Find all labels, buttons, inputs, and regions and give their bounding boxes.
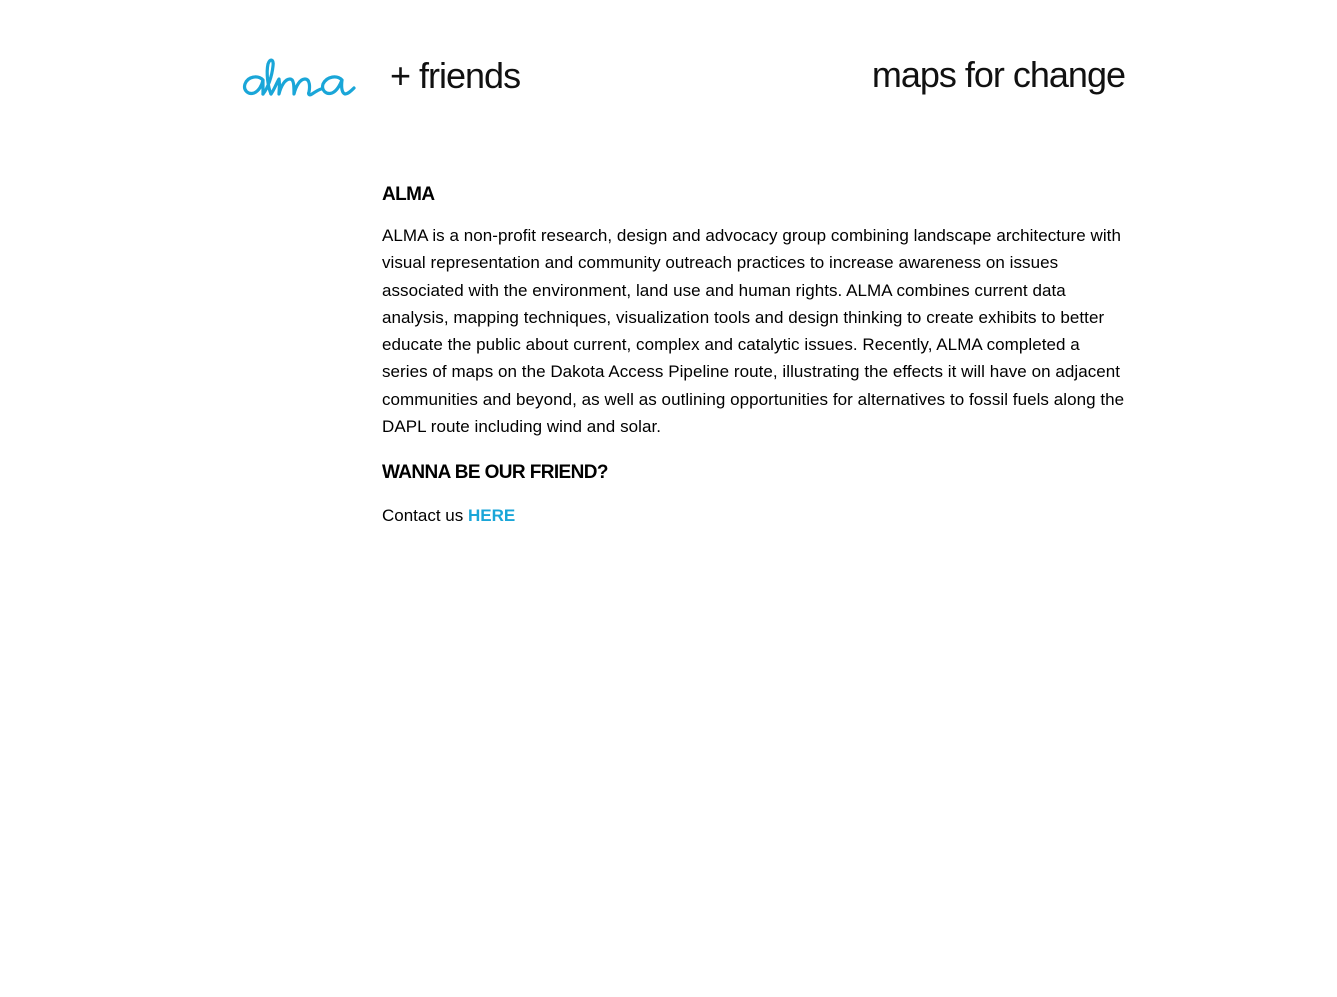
alma-script-logo <box>242 58 356 97</box>
site-logo[interactable]: + friends <box>241 46 521 106</box>
about-heading: ALMA <box>382 184 435 205</box>
tagline: maps for change <box>871 54 1126 95</box>
main-content: ALMA ALMA is a non-profit research, desi… <box>382 183 1128 528</box>
contact-line: Contact us HERE <box>382 504 1128 528</box>
logo-friends-text: + friends <box>390 55 521 96</box>
site-header: + friends maps for change <box>241 46 1126 106</box>
contact-here-link[interactable]: HERE <box>468 506 515 525</box>
friend-heading: WANNA BE OUR FRIEND? <box>382 462 608 484</box>
about-paragraph: ALMA is a non-profit research, design an… <box>382 226 1125 437</box>
contact-prefix: Contact us <box>382 506 464 526</box>
